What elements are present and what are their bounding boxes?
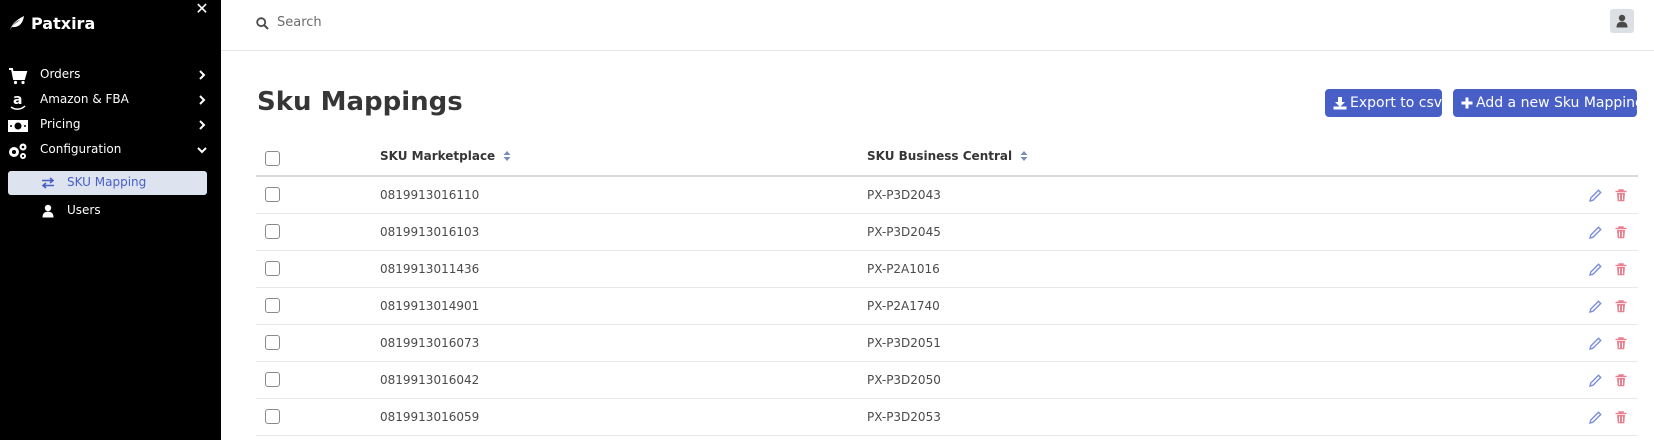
add-sku-mapping-button[interactable]: Add a new Sku Mapping bbox=[1453, 89, 1644, 117]
svg-text:a: a bbox=[13, 92, 22, 108]
chevron-right-icon bbox=[197, 119, 207, 131]
sidebar-item-orders[interactable]: Orders bbox=[0, 63, 221, 89]
row-checkbox[interactable] bbox=[265, 261, 280, 276]
sidebar-item-label: Orders bbox=[40, 67, 81, 81]
sku-marketplace-cell: 0819913016073 bbox=[380, 336, 480, 350]
chevron-right-icon bbox=[197, 69, 207, 81]
close-icon[interactable]: ✕ bbox=[194, 0, 210, 18]
column-header-sku-business-central[interactable]: SKU Business Central bbox=[867, 149, 1028, 163]
sidebar-item-label: Configuration bbox=[40, 142, 122, 156]
row-checkbox[interactable] bbox=[265, 372, 280, 387]
sidebar-subitem-sku-mapping[interactable]: SKU Mapping bbox=[8, 171, 207, 195]
chevron-right-icon bbox=[197, 94, 207, 106]
page-title: Sku Mappings bbox=[257, 87, 463, 117]
edit-pencil-icon[interactable] bbox=[1588, 299, 1602, 313]
sidebar-item-configuration[interactable]: Configuration bbox=[0, 138, 221, 164]
edit-pencil-icon[interactable] bbox=[1588, 225, 1602, 239]
edit-pencil-icon[interactable] bbox=[1588, 188, 1602, 202]
edit-pencil-icon[interactable] bbox=[1588, 373, 1602, 387]
add-sku-mapping-label: Add a new Sku Mapping bbox=[1476, 95, 1644, 111]
sidebar-item-amazon-fba[interactable]: a Amazon & FBA bbox=[0, 88, 221, 114]
leaf-logo-icon bbox=[7, 13, 27, 33]
sidebar-item-label: Amazon & FBA bbox=[40, 92, 129, 106]
row-checkbox[interactable] bbox=[265, 224, 280, 239]
table-row: 0819913016110 PX-P3D2043 bbox=[256, 177, 1638, 214]
export-csv-label: Export to csv bbox=[1350, 95, 1443, 111]
sku-marketplace-cell: 0819913016103 bbox=[380, 225, 480, 239]
column-header-sku-marketplace[interactable]: SKU Marketplace bbox=[380, 149, 511, 163]
sku-business-central-cell: PX-P3D2043 bbox=[867, 188, 941, 202]
sort-icon bbox=[503, 150, 511, 162]
brand[interactable]: Patxira bbox=[7, 12, 95, 34]
exchange-icon bbox=[41, 175, 55, 191]
download-icon bbox=[1333, 96, 1347, 110]
row-checkbox[interactable] bbox=[265, 187, 280, 202]
sku-mappings-table: SKU Marketplace SKU Business Central 081… bbox=[256, 140, 1638, 436]
sku-marketplace-cell: 0819913016059 bbox=[380, 410, 480, 424]
sku-marketplace-cell: 0819913016110 bbox=[380, 188, 480, 202]
table-row: 0819913014901 PX-P2A1740 bbox=[256, 288, 1638, 325]
table-row: 0819913016103 PX-P3D2045 bbox=[256, 214, 1638, 251]
row-checkbox[interactable] bbox=[265, 409, 280, 424]
select-all-checkbox[interactable] bbox=[265, 151, 280, 166]
user-avatar-icon[interactable] bbox=[1610, 9, 1634, 33]
delete-trash-icon[interactable] bbox=[1614, 262, 1627, 276]
edit-pencil-icon[interactable] bbox=[1588, 262, 1602, 276]
sku-business-central-cell: PX-P3D2053 bbox=[867, 410, 941, 424]
search-icon bbox=[256, 15, 270, 30]
table-row: 0819913016059 PX-P3D2053 bbox=[256, 399, 1638, 436]
delete-trash-icon[interactable] bbox=[1614, 336, 1627, 350]
sku-marketplace-cell: 0819913011436 bbox=[380, 262, 480, 276]
user-icon bbox=[41, 203, 55, 219]
delete-trash-icon[interactable] bbox=[1614, 225, 1627, 239]
row-checkbox[interactable] bbox=[265, 298, 280, 313]
table-header: SKU Marketplace SKU Business Central bbox=[256, 140, 1638, 177]
edit-pencil-icon[interactable] bbox=[1588, 410, 1602, 424]
table-row: 0819913016073 PX-P3D2051 bbox=[256, 325, 1638, 362]
sidebar-item-label: Pricing bbox=[40, 117, 81, 131]
edit-pencil-icon[interactable] bbox=[1588, 336, 1602, 350]
sku-marketplace-cell: 0819913014901 bbox=[380, 299, 480, 313]
search-input[interactable] bbox=[277, 11, 677, 33]
sku-marketplace-cell: 0819913016042 bbox=[380, 373, 480, 387]
sku-business-central-cell: PX-P2A1740 bbox=[867, 299, 940, 313]
sidebar-subitem-label: Users bbox=[67, 203, 101, 217]
money-icon bbox=[7, 116, 29, 136]
delete-trash-icon[interactable] bbox=[1614, 188, 1627, 202]
delete-trash-icon[interactable] bbox=[1614, 373, 1627, 387]
export-csv-button[interactable]: Export to csv bbox=[1325, 89, 1442, 117]
sort-icon bbox=[1020, 150, 1028, 162]
row-checkbox[interactable] bbox=[265, 335, 280, 350]
sidebar-subitem-label: SKU Mapping bbox=[67, 175, 147, 189]
table-row: 0819913011436 PX-P2A1016 bbox=[256, 251, 1638, 288]
sidebar-item-pricing[interactable]: Pricing bbox=[0, 113, 221, 139]
delete-trash-icon[interactable] bbox=[1614, 410, 1627, 424]
sku-business-central-cell: PX-P2A1016 bbox=[867, 262, 940, 276]
sku-business-central-cell: PX-P3D2051 bbox=[867, 336, 941, 350]
cart-icon bbox=[7, 66, 29, 86]
table-row: 0819913016042 PX-P3D2050 bbox=[256, 362, 1638, 399]
sku-business-central-cell: PX-P3D2050 bbox=[867, 373, 941, 387]
chevron-down-icon bbox=[197, 144, 207, 156]
amazon-icon: a bbox=[7, 91, 29, 111]
topbar bbox=[221, 0, 1654, 51]
plus-icon bbox=[1461, 96, 1473, 110]
sku-business-central-cell: PX-P3D2045 bbox=[867, 225, 941, 239]
delete-trash-icon[interactable] bbox=[1614, 299, 1627, 313]
app-name: Patxira bbox=[31, 13, 96, 33]
gears-icon bbox=[7, 141, 29, 161]
sidebar: Patxira ✕ Orders a Amazon & FBA Pricing … bbox=[0, 0, 221, 440]
sidebar-subitem-users[interactable]: Users bbox=[8, 199, 207, 223]
